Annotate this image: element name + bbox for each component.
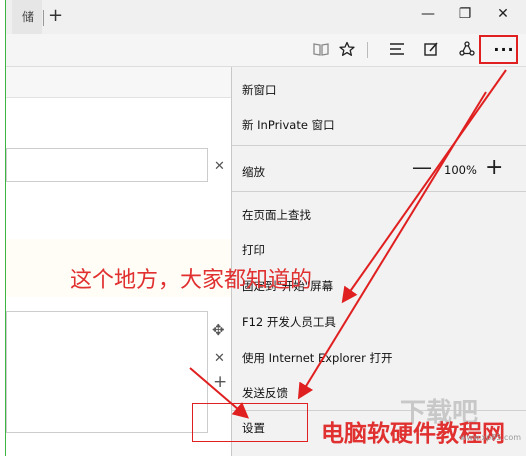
watermark-text: 电脑软硬件教程网 (321, 420, 505, 447)
arrow-to-settings (189, 367, 250, 419)
watermark-url: www.xp85.com (460, 433, 522, 442)
arrow-to-menu (341, 69, 507, 304)
annotation-arrows (189, 69, 507, 419)
